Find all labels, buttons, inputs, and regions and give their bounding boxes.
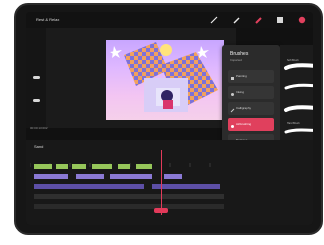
track-clip[interactable] (110, 174, 152, 179)
track-clip[interactable] (72, 164, 86, 169)
rail-handle-upper[interactable] (33, 76, 40, 79)
panel-title: Brushes (230, 51, 249, 57)
category-painting[interactable]: Painting (228, 70, 274, 83)
app-screen: Rest & Relax 00:00:13:002 Brushes Import… (26, 12, 313, 225)
playhead[interactable] (161, 150, 162, 215)
paint-icon (230, 74, 235, 80)
track-clip[interactable] (34, 174, 68, 179)
category-label: Airbrushing (236, 122, 252, 126)
category-inking[interactable]: Inking (228, 86, 274, 99)
calligraphy-icon (230, 106, 235, 113)
timeline-label: Sand (34, 144, 44, 149)
brush-label: Hard Brush (287, 122, 300, 125)
tablet-frame: Rest & Relax 00:00:13:002 Brushes Import… (14, 3, 323, 235)
airbrush-icon (230, 122, 235, 128)
eraser-icon[interactable] (253, 15, 263, 25)
rail-handle-lower[interactable] (33, 99, 40, 102)
track-clip[interactable] (34, 184, 144, 189)
project-title: Rest & Relax (36, 17, 60, 22)
brush-icon[interactable] (209, 15, 219, 25)
brush-label: Soft Brush (287, 59, 299, 62)
track-clip[interactable] (56, 164, 68, 169)
category-airbrushing[interactable]: Airbrushing (228, 118, 274, 131)
playhead-knob[interactable] (154, 208, 168, 213)
ink-icon (230, 90, 235, 96)
track-lane[interactable] (34, 204, 224, 209)
category-label: Painting (236, 74, 247, 78)
top-bar: Rest & Relax (26, 12, 313, 28)
track-lane[interactable] (34, 194, 224, 199)
category-label: Calligraphy (236, 106, 252, 110)
brush-stroke-2[interactable] (282, 78, 313, 96)
track-clip[interactable] (136, 164, 152, 169)
pen-icon[interactable] (231, 15, 241, 25)
timecode: 00:00:13:002 (30, 126, 48, 130)
brush-hard-brush[interactable]: Hard Brush (282, 120, 313, 138)
category-calligraphy[interactable]: Calligraphy (228, 102, 274, 115)
layers-icon[interactable] (275, 15, 285, 25)
track-clip[interactable] (92, 164, 112, 169)
color-icon[interactable] (297, 15, 307, 25)
artwork-canvas[interactable] (106, 40, 224, 120)
timeline: Sand (26, 140, 313, 225)
brush-soft-brush[interactable]: Soft Brush (282, 57, 313, 75)
track-clip[interactable] (34, 164, 52, 169)
track-clip[interactable] (152, 184, 220, 189)
category-label: Inking (236, 90, 245, 94)
track-clip[interactable] (76, 174, 104, 179)
panel-subtitle: Imported (230, 58, 242, 62)
track-clip[interactable] (118, 164, 130, 169)
toolbar (209, 15, 307, 25)
timeline-ruler (29, 154, 220, 167)
left-rail (26, 28, 46, 128)
brush-stroke-3[interactable] (282, 99, 313, 117)
track-clip[interactable] (164, 174, 182, 179)
canvas-viewer (46, 28, 236, 128)
